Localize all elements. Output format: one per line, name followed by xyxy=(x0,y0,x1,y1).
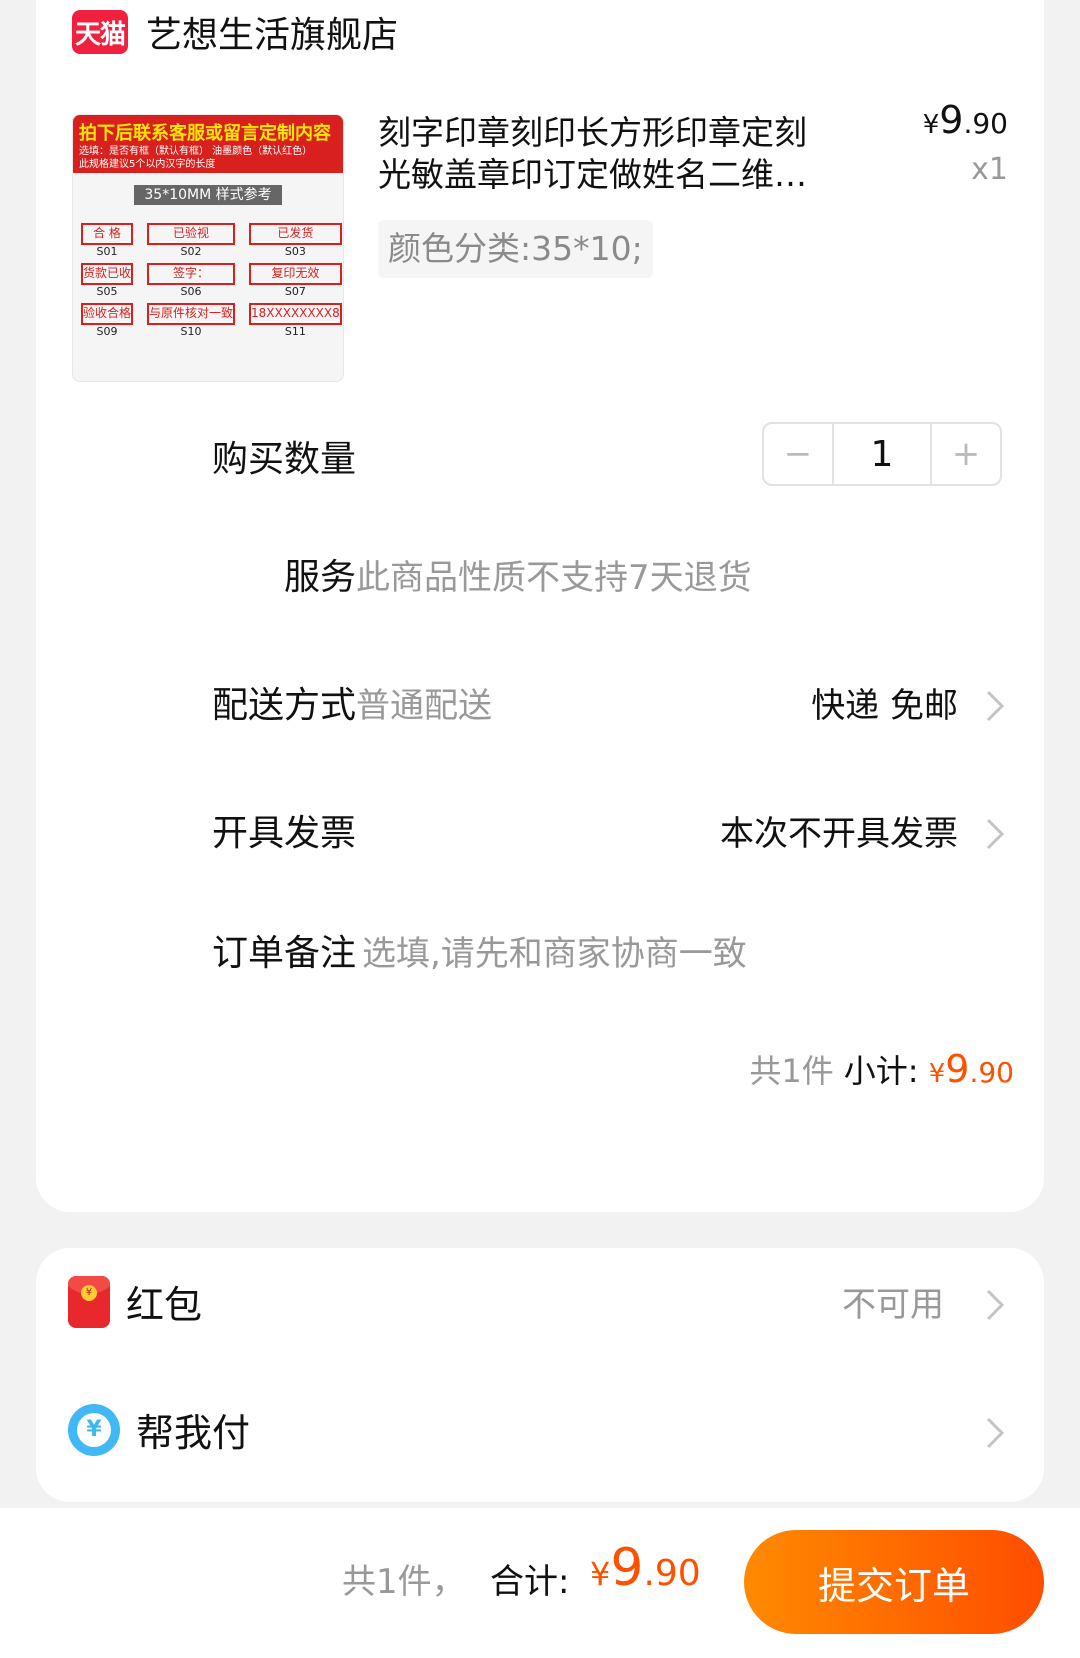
product-image-size-label: 35*10MM 样式参考 xyxy=(134,185,282,205)
product-image-banner: 拍下后联系客服或留言定制内容 选填：是否有框（默认有框） 油墨颜色（默认红色） … xyxy=(73,115,343,173)
stamp-sample: 与原件核对一致 S10 xyxy=(147,303,236,339)
help-pay-row[interactable]: ¥ 帮我付 xyxy=(36,1388,1044,1478)
stamp-sample-code: S02 xyxy=(180,245,202,258)
stamp-sample-code: S09 xyxy=(96,325,118,338)
help-pay-label: 帮我付 xyxy=(136,1411,251,1455)
total-integer: 9 xyxy=(610,1538,644,1598)
total-amount: ¥9.90 xyxy=(590,1538,701,1598)
chevron-right-icon xyxy=(986,1417,1005,1449)
checkout-bar: 共1件， 合计: ¥9.90 提交订单 xyxy=(0,1508,1080,1658)
subtotal-amount: ¥9.90 xyxy=(928,1047,1014,1091)
product-title-line: 刻字印章刻印长方形印章定刻 xyxy=(378,113,807,152)
product-title-line: 光敏盖章印订定做姓名二维… xyxy=(378,155,807,194)
stamp-sample: 已发货 S03 xyxy=(249,223,342,259)
delivery-label: 配送方式 xyxy=(211,685,356,726)
shop-order-card: 天猫 艺想生活旗舰店 拍下后联系客服或留言定制内容 选填：是否有框（默认有框） … xyxy=(36,0,1044,1212)
delivery-option: 快递 免邮 xyxy=(811,686,958,726)
stamp-sample: 18XXXXXXXX8 S11 xyxy=(249,303,342,339)
increment-button[interactable]: + xyxy=(932,424,1000,484)
service-row: 服务 此商品性质不支持7天退货 xyxy=(36,538,1044,618)
subtotal-currency: ¥ xyxy=(928,1059,946,1089)
stamp-sample-text: 验收合格 xyxy=(81,303,134,325)
stamp-sample-text: 与原件核对一致 xyxy=(147,303,236,325)
product-image-title: 拍下后联系客服或留言定制内容 xyxy=(79,123,331,144)
subtotal-label: 小计: xyxy=(843,1052,919,1090)
remark-label: 订单备注 xyxy=(211,933,356,974)
stamp-sample: 合 格 S01 xyxy=(81,223,134,259)
quantity-stepper: − 1 + xyxy=(762,422,1002,486)
price-integer: 9 xyxy=(939,98,964,142)
stamp-sample: 签字： S06 xyxy=(147,263,236,299)
chevron-right-icon xyxy=(986,818,1005,850)
invoice-value: 本次不开具发票 xyxy=(720,814,958,854)
stamp-sample-code: S06 xyxy=(180,285,202,298)
invoice-label: 开具发票 xyxy=(211,813,356,854)
product-price: ¥9.90 xyxy=(923,98,1008,142)
price-currency: ¥ xyxy=(922,110,940,140)
stamp-sample-code: S10 xyxy=(180,325,202,338)
delivery-row[interactable]: 配送方式 普通配送 快递 免邮 xyxy=(36,666,1044,746)
stamp-sample-text: 合 格 xyxy=(81,223,134,245)
quantity-row: 购买数量 − 1 + xyxy=(36,420,1044,500)
stamp-sample: 验收合格 S09 xyxy=(81,303,134,339)
red-packet-label: 红包 xyxy=(126,1283,203,1327)
remark-input[interactable]: 选填,请先和商家协商一致 xyxy=(362,914,747,994)
product-image-subtitle: 选填：是否有框（默认有框） 油墨颜色（默认红色） xyxy=(79,146,313,157)
help-pay-icon: ¥ xyxy=(68,1404,120,1456)
product-image-subtitle: 此规格建议5个以内汉字的长度 xyxy=(79,159,216,170)
stamp-sample-text: 已发货 xyxy=(249,223,342,245)
product-quantity: x1 xyxy=(971,152,1008,187)
stamp-sample-code: S05 xyxy=(96,285,118,298)
total-label: 合计: xyxy=(490,1562,570,1602)
stamp-sample-code: S07 xyxy=(284,285,306,298)
subtotal-count: 共1件 xyxy=(749,1052,834,1090)
subtotal-decimal: .90 xyxy=(969,1056,1014,1089)
total-count: 共1件， xyxy=(342,1562,466,1602)
quantity-value[interactable]: 1 xyxy=(832,424,932,484)
total-decimal: .90 xyxy=(643,1553,701,1594)
product-image[interactable]: 拍下后联系客服或留言定制内容 选填：是否有框（默认有框） 油墨颜色（默认红色） … xyxy=(72,114,344,382)
tmall-logo: 天猫 xyxy=(72,10,128,54)
subtotal-integer: 9 xyxy=(945,1047,970,1091)
chevron-right-icon xyxy=(986,690,1005,722)
stamp-sample-text: 货款已收 xyxy=(81,263,134,285)
stamp-sample-code: S01 xyxy=(96,245,118,258)
product-title[interactable]: 刻字印章刻印长方形印章定刻 光敏盖章印订定做姓名二维… xyxy=(378,112,846,196)
stamp-sample-code: S03 xyxy=(284,245,306,258)
remark-row: 订单备注 选填,请先和商家协商一致 xyxy=(36,914,1044,994)
stamp-sample-text: 复印无效 xyxy=(249,263,342,285)
chevron-right-icon xyxy=(986,1289,1005,1321)
stamp-sample-code: S11 xyxy=(284,325,306,338)
delivery-method: 普通配送 xyxy=(356,686,492,726)
total-currency: ¥ xyxy=(590,1555,611,1593)
stamp-sample-text: 签字： xyxy=(147,263,236,285)
stamp-sample-text: 18XXXXXXXX8 xyxy=(249,303,342,325)
stamp-sample-text: 已验视 xyxy=(147,223,236,245)
payment-options-card: ¥ 红包 不可用 ¥ 帮我付 xyxy=(36,1248,1044,1502)
price-decimal: .90 xyxy=(963,107,1008,140)
service-label: 服务 xyxy=(283,557,356,598)
submit-order-button[interactable]: 提交订单 xyxy=(744,1530,1044,1634)
quantity-label: 购买数量 xyxy=(211,439,356,480)
stamp-sample: 货款已收 S05 xyxy=(81,263,134,299)
decrement-button[interactable]: − xyxy=(764,424,832,484)
product-sku: 颜色分类:35*10; xyxy=(378,220,653,278)
red-packet-icon: ¥ xyxy=(68,1276,110,1328)
subtotal: 共1件 小计: ¥9.90 xyxy=(749,1046,1014,1092)
red-packet-status: 不可用 xyxy=(842,1285,944,1325)
red-packet-row[interactable]: ¥ 红包 不可用 xyxy=(36,1260,1044,1350)
stamp-samples-grid: 合 格 S01 已验视 S02 已发货 S03 货款已收 S05 签字： S06 复印无效… xyxy=(73,205,343,339)
stamp-sample: 已验视 S02 xyxy=(147,223,236,259)
shop-name[interactable]: 艺想生活旗舰店 xyxy=(146,6,398,58)
stamp-sample: 复印无效 S07 xyxy=(249,263,342,299)
shop-header[interactable]: 天猫 艺想生活旗舰店 xyxy=(72,4,398,60)
invoice-row[interactable]: 开具发票 本次不开具发票 xyxy=(36,794,1044,874)
service-value: 此商品性质不支持7天退货 xyxy=(356,558,752,598)
